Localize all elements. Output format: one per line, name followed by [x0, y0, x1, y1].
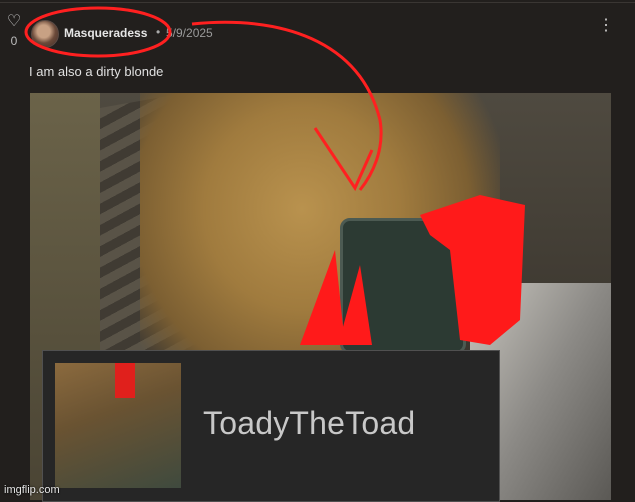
watermark: imgflip.com: [4, 484, 60, 496]
annotation-arrow-head: [313, 127, 374, 192]
annotation-arrow-curve: [191, 20, 383, 191]
redaction-blob: [420, 195, 525, 345]
highlight-ellipse: [24, 6, 172, 58]
redaction-finger-left: [300, 250, 345, 345]
redaction-finger-right: [338, 265, 372, 345]
red-annotation: [24, 6, 525, 345]
